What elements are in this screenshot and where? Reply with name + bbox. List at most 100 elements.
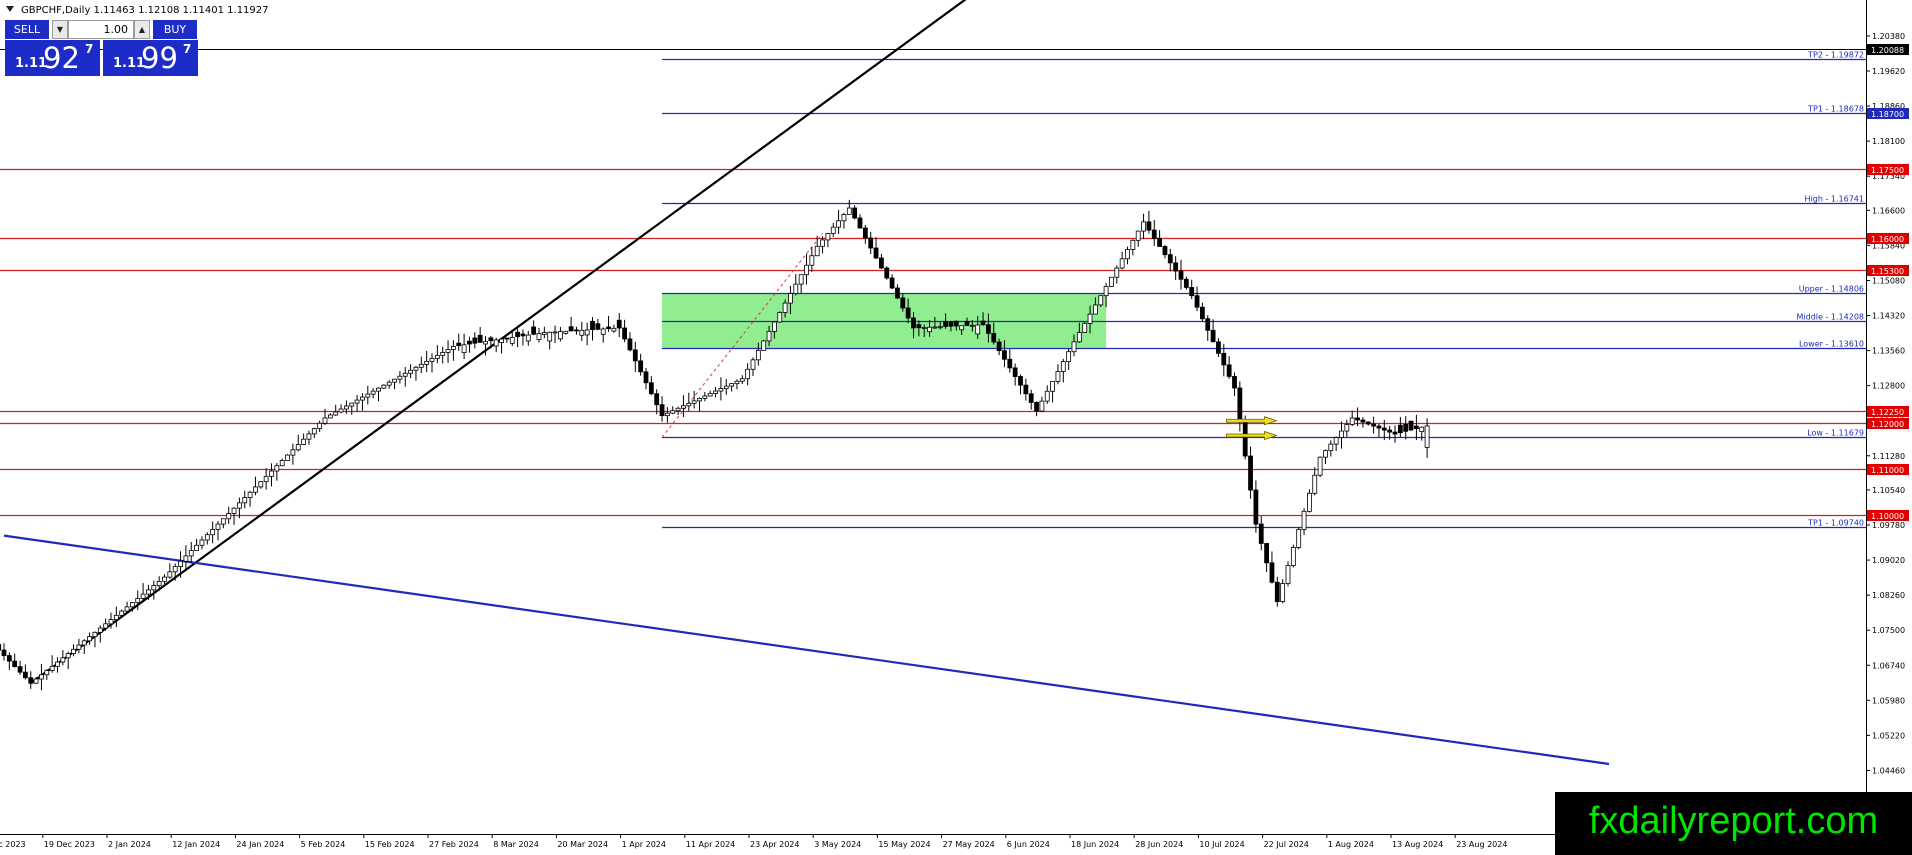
candle-body: [611, 327, 617, 332]
candle-body: [959, 325, 965, 331]
lot-increase-icon[interactable]: ▲: [134, 20, 150, 39]
price-tag-text: 1.16000: [1871, 235, 1904, 244]
candle-body: [654, 393, 660, 406]
candle-body: [590, 320, 595, 331]
x-tick-label: 20 Mar 2024: [557, 840, 608, 849]
candle-body: [905, 307, 911, 319]
candle-body: [263, 475, 269, 483]
candle-body: [1274, 581, 1280, 602]
candle-body: [1242, 421, 1248, 457]
candle-body: [1285, 565, 1291, 584]
candle-body: [943, 320, 948, 327]
candle-body: [921, 327, 927, 329]
candle-body: [1376, 425, 1382, 429]
candle-body: [279, 460, 285, 467]
candle-body: [467, 340, 472, 345]
sell-price-box[interactable]: 1.11 92 7: [5, 40, 100, 76]
buy-price-box[interactable]: 1.11 99 7: [103, 40, 198, 76]
lot-size-input[interactable]: 1.00: [68, 20, 134, 39]
sell-price-fraction: 7: [85, 42, 94, 56]
candle-body: [156, 580, 162, 587]
candle-body: [889, 277, 895, 289]
candle-body: [12, 660, 18, 668]
candle-body: [81, 640, 87, 646]
consolidation-zone: [662, 293, 1107, 349]
candle-body: [1258, 523, 1264, 544]
candle-body: [386, 381, 392, 386]
buy-price-fraction: 7: [183, 42, 192, 56]
candle-body: [1210, 329, 1216, 343]
candle-body: [397, 375, 403, 380]
horizontal-levels: TP2 - 1.19872 TP1 - 1.18678 High - 1.16741…: [0, 49, 1866, 529]
x-tick-label: 23 Apr 2024: [750, 840, 799, 849]
candle-body: [253, 486, 258, 493]
candle-body: [1173, 262, 1179, 272]
buy-price-pips: 99: [141, 41, 178, 75]
candle-body: [1146, 221, 1152, 231]
candle-body: [1076, 332, 1082, 343]
price-chart: TP2 - 1.19872 TP1 - 1.18678 High - 1.16741…: [0, 0, 1909, 849]
candle-body: [1093, 304, 1098, 315]
candle-body: [477, 334, 483, 343]
candle-body: [953, 320, 959, 327]
x-tick-label: 13 Aug 2024: [1392, 840, 1443, 849]
level-label: TP2 - 1.19872: [1807, 51, 1864, 60]
lot-decrease-icon[interactable]: ▼: [52, 20, 68, 39]
candle-body: [1269, 562, 1275, 583]
y-tick-label: 1.07500: [1872, 626, 1905, 635]
candle-body: [49, 665, 55, 671]
candle-body: [322, 417, 328, 424]
candle-body: [108, 619, 114, 625]
candle-body: [1237, 387, 1243, 423]
candle-body: [183, 555, 189, 562]
candle-body: [862, 227, 868, 239]
candle-body: [825, 233, 831, 241]
candle-body: [204, 534, 210, 541]
candle-body: [1151, 229, 1157, 239]
candle-body: [1098, 295, 1104, 306]
y-tick-label: 1.13560: [1872, 347, 1905, 356]
candle-body: [1349, 417, 1355, 425]
candle-body: [1189, 287, 1195, 297]
candle-body: [927, 326, 932, 333]
candle-body: [873, 247, 879, 259]
sell-button[interactable]: SELL: [5, 20, 49, 39]
candle-body: [1403, 424, 1409, 432]
candle-body: [1424, 425, 1430, 448]
candle-body: [681, 405, 686, 409]
candle-body: [547, 331, 553, 342]
x-tick-label: 12 Jan 2024: [172, 840, 220, 849]
candle-body: [349, 402, 355, 407]
candle-body: [782, 302, 788, 313]
price-tag-text: 1.12000: [1871, 420, 1904, 429]
candle-body: [1232, 376, 1237, 389]
candle-body: [793, 283, 799, 295]
candle-body: [1392, 431, 1398, 435]
candle-body: [531, 326, 537, 335]
axes: [0, 0, 1867, 835]
chart-window: { "header": { "symbol": "GBPCHF,Daily", …: [0, 0, 1912, 855]
candle-body: [333, 411, 339, 416]
buy-button[interactable]: BUY: [153, 20, 197, 39]
x-tick-label: 1 Aug 2024: [1328, 840, 1374, 849]
candle-body: [868, 237, 874, 249]
candle-body: [1119, 258, 1125, 269]
candle-body: [670, 410, 676, 414]
price-tag-text: 1.11000: [1871, 466, 1904, 475]
candle-body: [1419, 426, 1425, 432]
candle-body: [0, 644, 2, 651]
candle-body: [39, 674, 44, 680]
candle-body: [1328, 443, 1334, 452]
candle-body: [1317, 456, 1323, 476]
y-tick-label: 1.08260: [1872, 591, 1905, 600]
y-tick-label: 1.11280: [1872, 452, 1905, 461]
candle-body: [338, 408, 344, 413]
level-label: High - 1.16741: [1805, 195, 1864, 204]
candle-body: [365, 393, 371, 398]
candle-body: [1028, 393, 1034, 403]
candle-body: [772, 321, 777, 332]
candle-body: [729, 383, 734, 387]
candle-body: [1007, 358, 1013, 369]
candle-body: [900, 297, 906, 309]
candle-body: [1290, 547, 1296, 566]
